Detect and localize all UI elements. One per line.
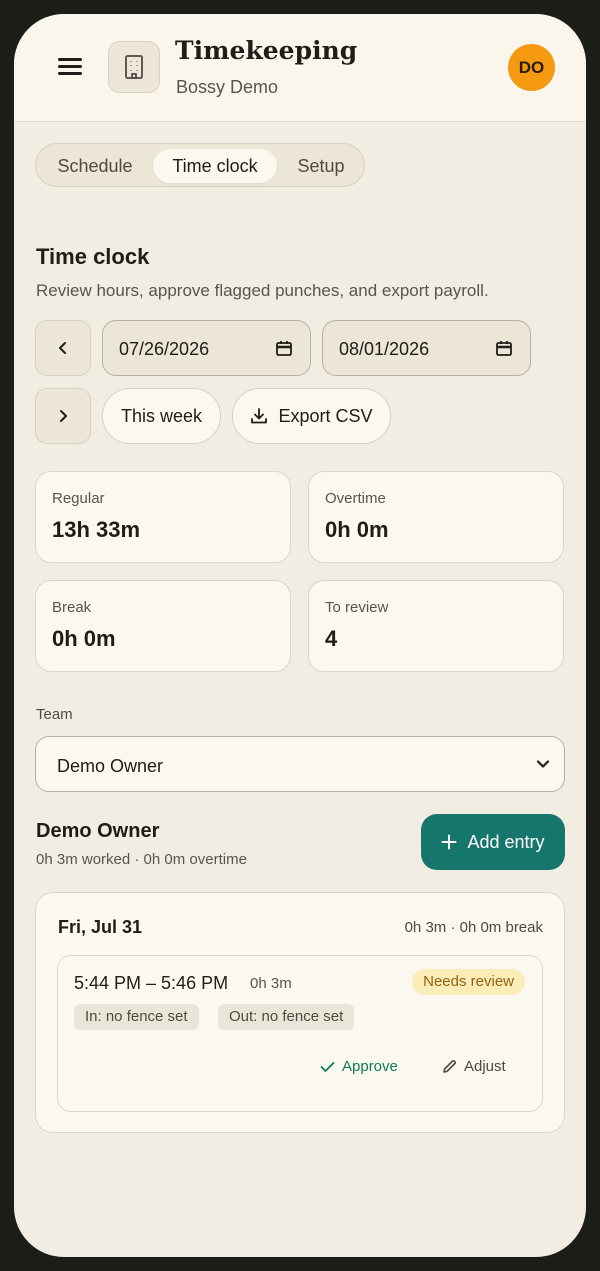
- stat-label: Regular: [52, 490, 105, 507]
- this-week-button[interactable]: This week: [102, 388, 221, 444]
- download-icon: [251, 408, 268, 424]
- view-tabs: Schedule Time clock Setup: [35, 143, 365, 187]
- team-select-value: Demo Owner: [57, 756, 164, 776]
- org-name: Bossy Demo: [176, 77, 279, 97]
- end-date-value: 08/01/2026: [339, 339, 430, 359]
- adjust-button[interactable]: Adjust: [442, 1058, 506, 1075]
- app-screen: Timekeeping Bossy Demo DO Schedule Time …: [14, 14, 586, 1257]
- chevron-right-icon: [60, 410, 67, 422]
- pencil-icon: [443, 1059, 457, 1073]
- previous-week-button[interactable]: [35, 320, 91, 376]
- approve-button[interactable]: Approve: [320, 1058, 398, 1075]
- status-badge: Needs review: [412, 969, 525, 995]
- stat-card-overtime: Overtime 0h 0m: [308, 471, 564, 563]
- team-select[interactable]: Demo Owner: [35, 736, 565, 792]
- entry-time-range: 5:44 PM – 5:46 PM: [74, 973, 229, 993]
- chevron-left-icon: [59, 342, 66, 354]
- start-date-input[interactable]: 07/26/2026: [102, 320, 311, 376]
- calendar-icon: [276, 341, 292, 356]
- plus-icon: [441, 834, 457, 850]
- out-fence-chip: Out: no fence set: [218, 1004, 355, 1030]
- member-name: Demo Owner: [36, 820, 160, 842]
- stat-card-to-review: To review 4: [308, 580, 564, 672]
- export-csv-button[interactable]: Export CSV: [232, 388, 391, 444]
- device-frame: Timekeeping Bossy Demo DO Schedule Time …: [0, 0, 600, 1271]
- tab-time-clock[interactable]: Time clock: [153, 149, 277, 183]
- member-summary: 0h 3m worked · 0h 0m overtime: [36, 851, 247, 868]
- day-title: Fri, Jul 31: [58, 917, 143, 937]
- building-icon: [108, 41, 160, 93]
- approve-label: Approve: [342, 1058, 398, 1075]
- entry-duration: 0h 3m: [250, 975, 292, 992]
- stat-label: Overtime: [325, 490, 386, 507]
- day-summary: 0h 3m · 0h 0m break: [404, 919, 543, 936]
- team-label: Team: [36, 706, 73, 723]
- user-avatar[interactable]: DO: [508, 44, 555, 91]
- calendar-icon: [496, 341, 512, 356]
- stat-card-break: Break 0h 0m: [35, 580, 291, 672]
- start-date-value: 07/26/2026: [119, 339, 210, 359]
- adjust-label: Adjust: [464, 1058, 506, 1075]
- next-week-button[interactable]: [35, 388, 91, 444]
- tab-schedule[interactable]: Schedule: [42, 149, 148, 183]
- app-header: Timekeeping Bossy Demo DO: [14, 14, 586, 122]
- stat-value: 13h 33m: [52, 517, 141, 542]
- stat-value: 0h 0m: [325, 517, 389, 542]
- in-fence-chip: In: no fence set: [74, 1004, 199, 1030]
- stat-label: Break: [52, 599, 92, 616]
- page-title: Time clock: [36, 244, 150, 269]
- export-csv-label: Export CSV: [278, 405, 373, 426]
- stat-value: 0h 0m: [52, 626, 116, 651]
- chevron-down-icon: [536, 760, 550, 768]
- stat-label: To review: [325, 599, 389, 616]
- time-entry: 5:44 PM – 5:46 PM 0h 3m Needs review In:…: [57, 955, 543, 1112]
- add-entry-button[interactable]: Add entry: [421, 814, 565, 870]
- day-card: Fri, Jul 31 0h 3m · 0h 0m break 5:44 PM …: [35, 892, 565, 1133]
- add-entry-label: Add entry: [467, 831, 545, 852]
- stat-card-regular: Regular 13h 33m: [35, 471, 291, 563]
- stat-value: 4: [325, 626, 338, 651]
- end-date-input[interactable]: 08/01/2026: [322, 320, 531, 376]
- menu-icon[interactable]: [58, 55, 84, 77]
- app-title: Timekeeping: [175, 36, 358, 65]
- page-description: Review hours, approve flagged punches, a…: [36, 281, 489, 300]
- tab-setup[interactable]: Setup: [282, 149, 360, 183]
- check-icon: [320, 1061, 335, 1072]
